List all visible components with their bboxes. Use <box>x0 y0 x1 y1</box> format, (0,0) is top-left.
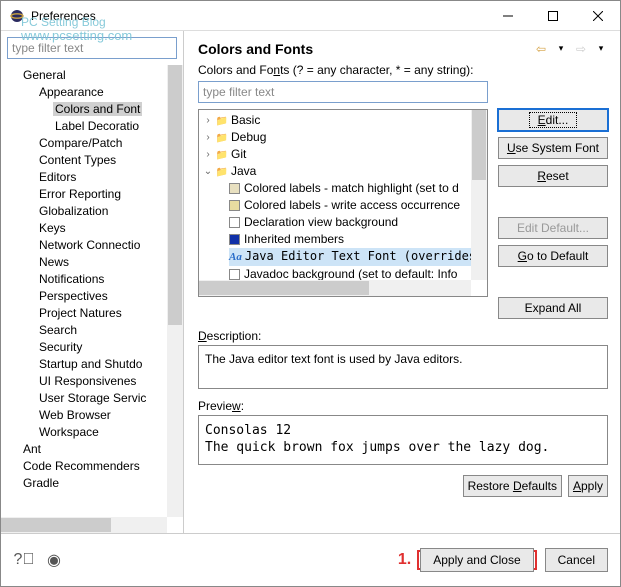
right-panel: Colors and Fonts ⇦ ▾ ⇨ ▾ Colors and Font… <box>184 31 620 533</box>
tree-item[interactable]: UI Responsivenes <box>37 373 183 390</box>
tree-item[interactable]: Perspectives <box>37 288 183 305</box>
font-tree-item[interactable]: AaJava Editor Text Font (overrides <box>229 248 485 266</box>
tree-item[interactable]: ›Security <box>37 339 183 356</box>
preview-label: Preview: <box>198 399 608 413</box>
apply-button[interactable]: Apply <box>568 475 608 497</box>
filter-input[interactable]: type filter text <box>7 37 177 59</box>
back-button[interactable]: ⇦ <box>532 41 550 57</box>
close-button[interactable] <box>575 2 620 30</box>
folder-icon: 📁 <box>215 132 229 146</box>
colors-fonts-tree[interactable]: ›📁Basic›📁Debug›📁Git⌄📁JavaColored labels … <box>198 109 488 297</box>
minimize-button[interactable] <box>485 2 530 30</box>
tree-item[interactable]: Compare/Patch <box>37 135 183 152</box>
tree-item[interactable]: Keys <box>37 220 183 237</box>
tree-item[interactable]: ›User Storage Servic <box>37 390 183 407</box>
font-tree-item[interactable]: Colored labels - match highlight (set to… <box>229 180 485 197</box>
annotation-number: 1. <box>398 551 411 569</box>
preferences-tree[interactable]: ⌄General⌄AppearanceColors and FontLabel … <box>1 65 183 533</box>
font-tree-item[interactable]: ›📁Git <box>215 146 485 163</box>
page-title: Colors and Fonts <box>198 41 532 57</box>
expand-all-button[interactable]: Expand All <box>498 297 608 319</box>
folder-icon: 📁 <box>215 166 229 180</box>
back-menu[interactable]: ▾ <box>554 41 568 55</box>
folder-icon: 📁 <box>215 149 229 163</box>
colors-filter-input[interactable]: type filter text <box>198 81 488 103</box>
reset-button[interactable]: Reset <box>498 165 608 187</box>
help-icon[interactable]: ?⃝ <box>13 549 35 571</box>
titlebar: Preferences <box>1 1 620 31</box>
tree-scrollbar-horizontal[interactable] <box>1 517 167 533</box>
color-swatch <box>229 234 240 245</box>
font-tree-item[interactable]: Declaration view background <box>229 214 485 231</box>
tree-scrollbar-vertical[interactable] <box>167 65 183 517</box>
tree-item[interactable]: ›Ant <box>21 441 183 458</box>
use-system-font-button[interactable]: Use System Font <box>498 137 608 159</box>
apply-and-close-button[interactable]: Apply and Close <box>420 548 533 572</box>
tree-item[interactable]: ›Gradle <box>21 475 183 492</box>
filter-hint: Colors and Fonts (? = any character, * =… <box>198 63 608 77</box>
restore-defaults-button[interactable]: Restore Defaults <box>463 475 562 497</box>
folder-icon: 📁 <box>215 115 229 129</box>
color-swatch <box>229 183 240 194</box>
color-swatch <box>229 200 240 211</box>
cancel-button[interactable]: Cancel <box>545 548 608 572</box>
record-icon[interactable]: ◉ <box>43 549 65 571</box>
font-tree-scrollbar-vertical[interactable] <box>471 110 487 280</box>
color-swatch <box>229 269 240 280</box>
maximize-button[interactable] <box>530 2 575 30</box>
window-title: Preferences <box>31 9 485 23</box>
tree-item[interactable]: ›Workspace <box>37 424 183 441</box>
color-swatch <box>229 217 240 228</box>
tree-item[interactable]: ⌄General <box>21 67 183 84</box>
font-tree-item[interactable]: ⌄📁Java <box>215 163 485 180</box>
tree-item[interactable]: Web Browser <box>37 407 183 424</box>
edit-button[interactable]: Edit... <box>498 109 608 131</box>
go-to-default-button[interactable]: Go to Default <box>498 245 608 267</box>
tree-item[interactable]: Content Types <box>37 152 183 169</box>
description-label: Description: <box>198 329 608 343</box>
forward-button[interactable]: ⇨ <box>572 41 590 57</box>
left-panel: type filter text ⌄General⌄AppearanceColo… <box>1 31 184 533</box>
tree-item[interactable]: Project Natures <box>37 305 183 322</box>
font-tree-item[interactable]: Colored labels - write access occurrence <box>229 197 485 214</box>
tree-item[interactable]: ›Editors <box>37 169 183 186</box>
font-tree-item[interactable]: ›📁Debug <box>215 129 485 146</box>
preview-text: Consolas 12 The quick brown fox jumps ov… <box>198 415 608 465</box>
font-icon: Aa <box>229 251 242 263</box>
tree-item[interactable]: Colors and Font <box>53 101 183 118</box>
tree-item[interactable]: ⌄Appearance <box>37 84 183 101</box>
tree-item[interactable]: Notifications <box>37 271 183 288</box>
tree-item[interactable]: Search <box>37 322 183 339</box>
eclipse-icon <box>9 8 25 24</box>
font-tree-item[interactable]: Inherited members <box>229 231 485 248</box>
font-tree-item[interactable]: ›📁Basic <box>215 112 485 129</box>
tree-item[interactable]: ›Startup and Shutdo <box>37 356 183 373</box>
tree-item[interactable]: Globalization <box>37 203 183 220</box>
tree-item[interactable]: News <box>37 254 183 271</box>
tree-item[interactable]: Label Decoratio <box>53 118 183 135</box>
bottom-bar: ?⃝ ◉ 1. Apply and Close Cancel <box>1 533 620 585</box>
description-text: The Java editor text font is used by Jav… <box>198 345 608 389</box>
edit-default-button[interactable]: Edit Default... <box>498 217 608 239</box>
tree-item[interactable]: ›Code Recommenders <box>21 458 183 475</box>
font-tree-scrollbar-horizontal[interactable] <box>199 280 471 296</box>
tree-item[interactable]: Error Reporting <box>37 186 183 203</box>
forward-menu[interactable]: ▾ <box>594 41 608 55</box>
tree-item[interactable]: ›Network Connectio <box>37 237 183 254</box>
